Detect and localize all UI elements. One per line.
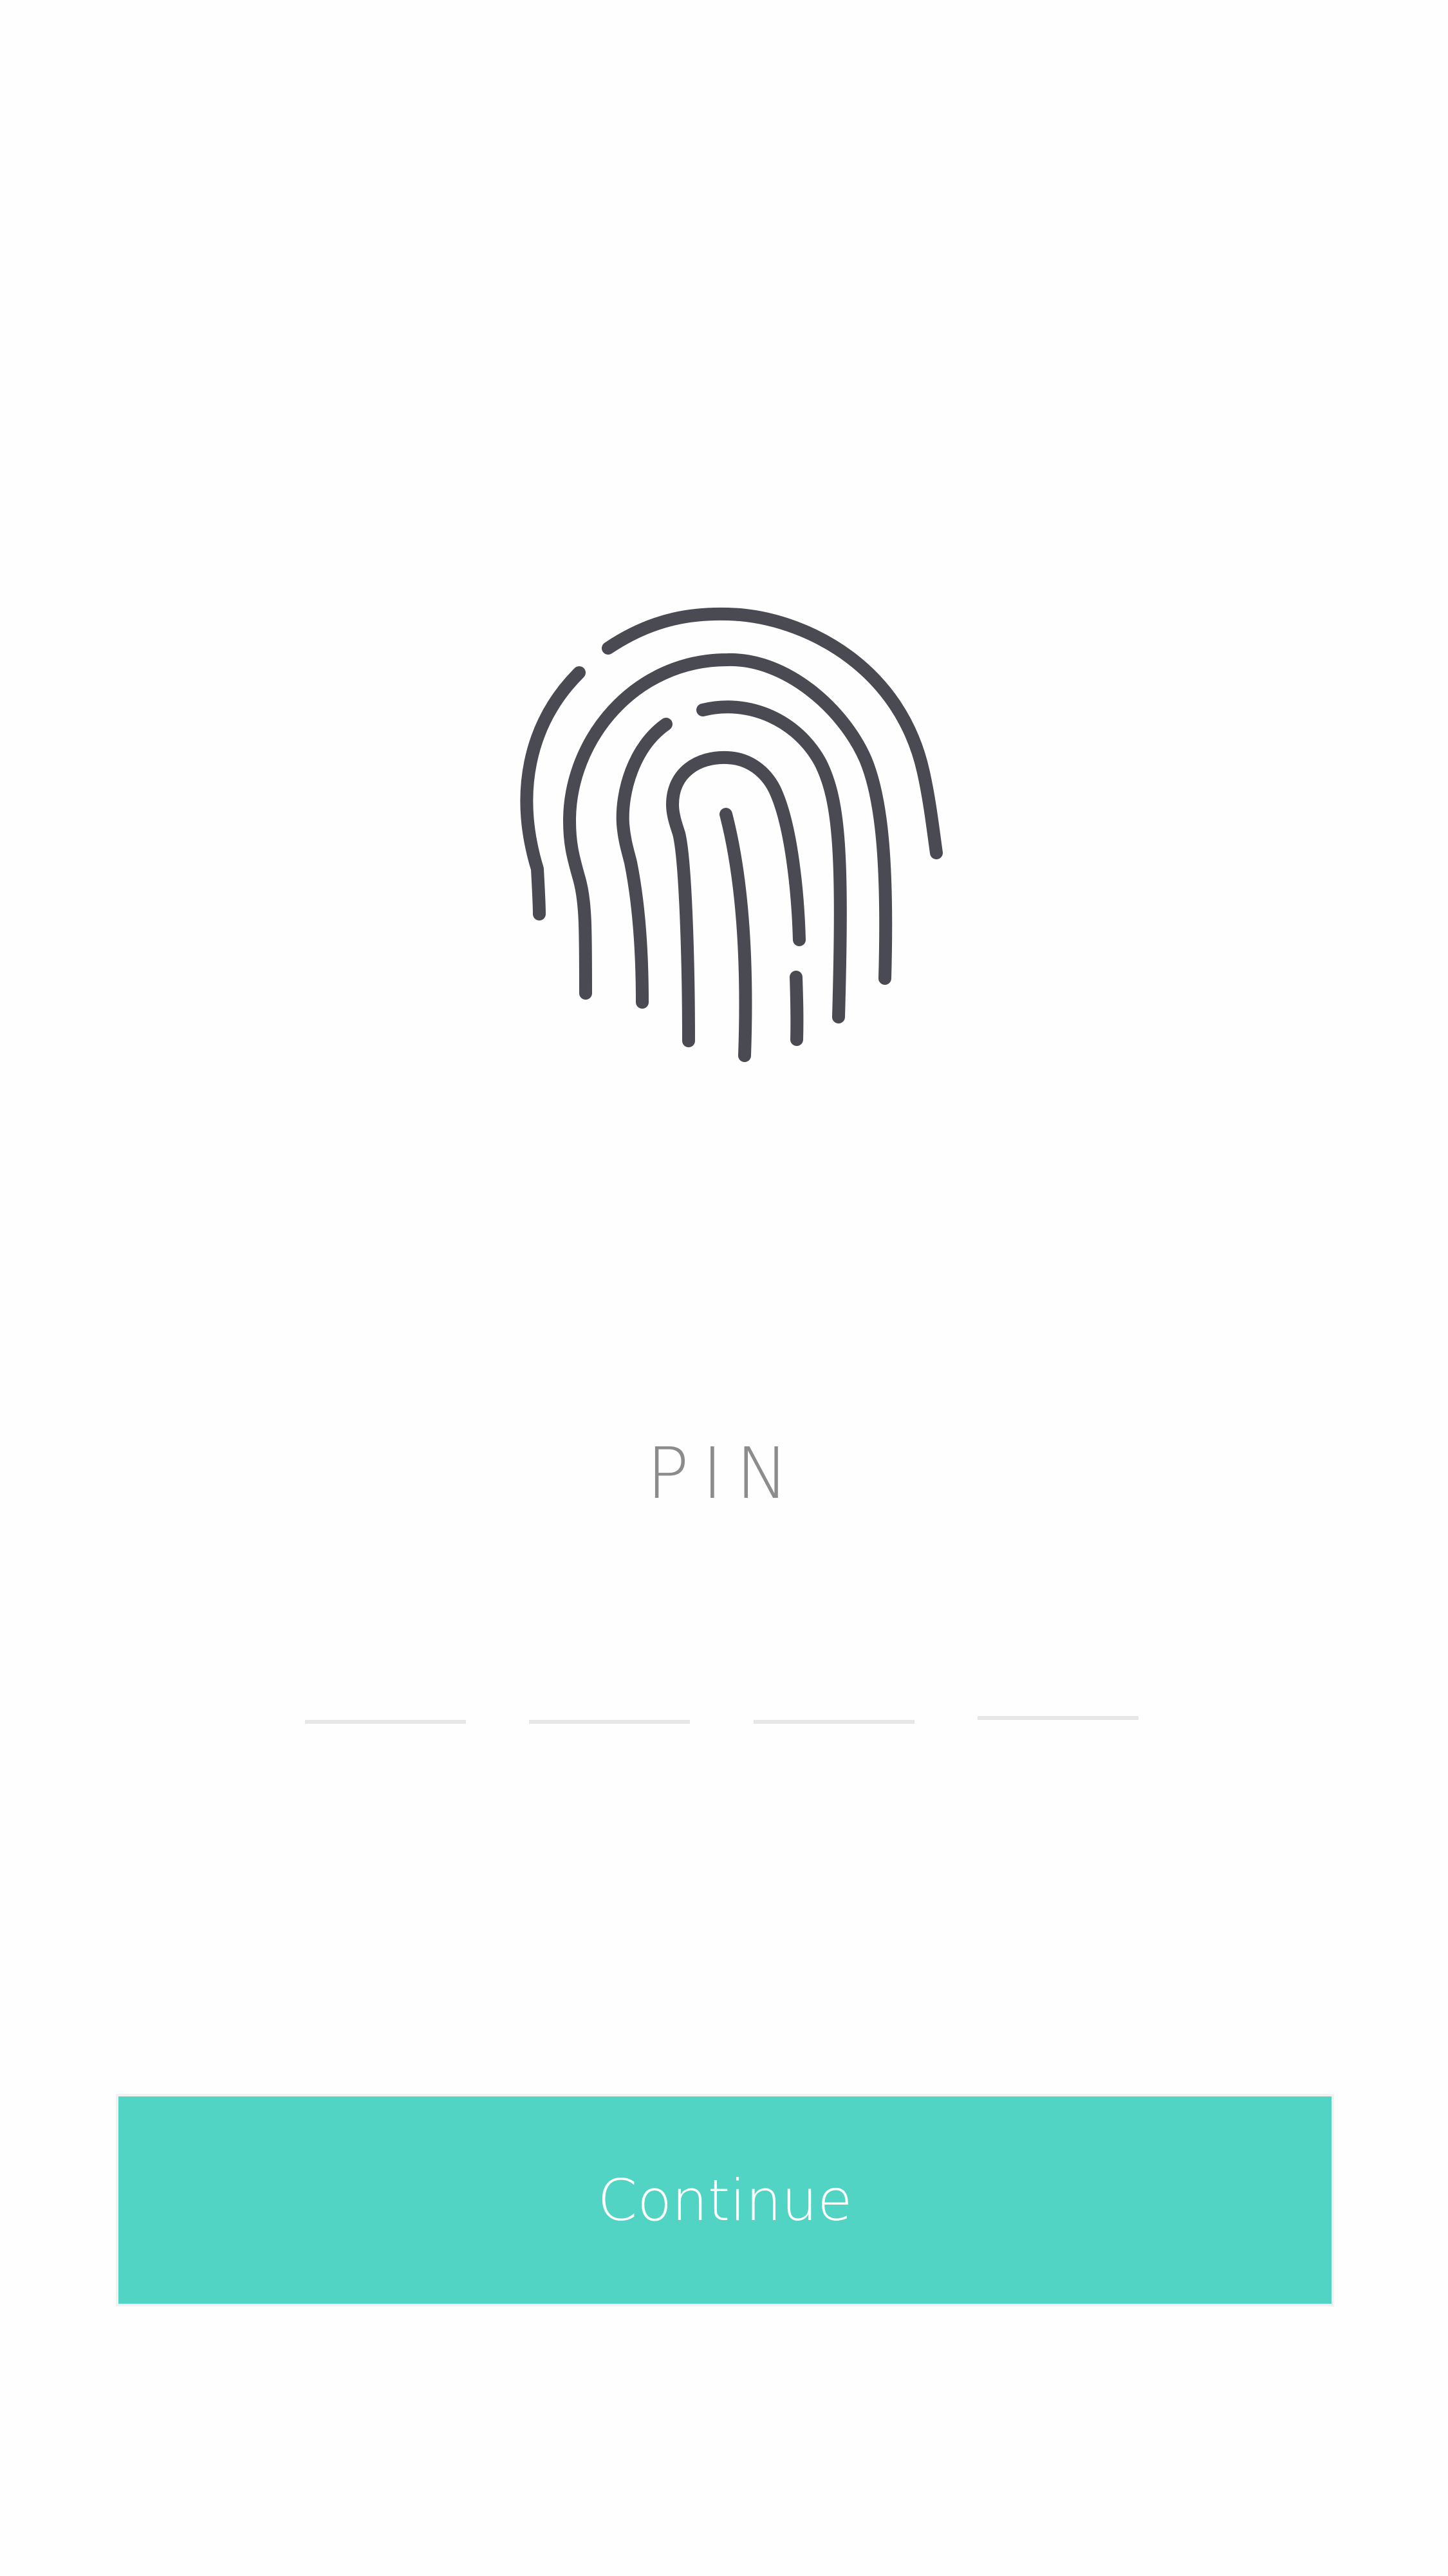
pin-digit-4-field[interactable] [978, 1684, 1138, 1720]
pin-digit-3-field[interactable] [754, 1688, 914, 1724]
pin-label: PIN [646, 1432, 802, 1515]
fingerprint-icon [502, 599, 952, 1062]
pin-digit-1-field[interactable] [305, 1688, 466, 1724]
pin-digit-2-field[interactable] [529, 1688, 690, 1724]
continue-button[interactable]: Continue [116, 2094, 1334, 2306]
